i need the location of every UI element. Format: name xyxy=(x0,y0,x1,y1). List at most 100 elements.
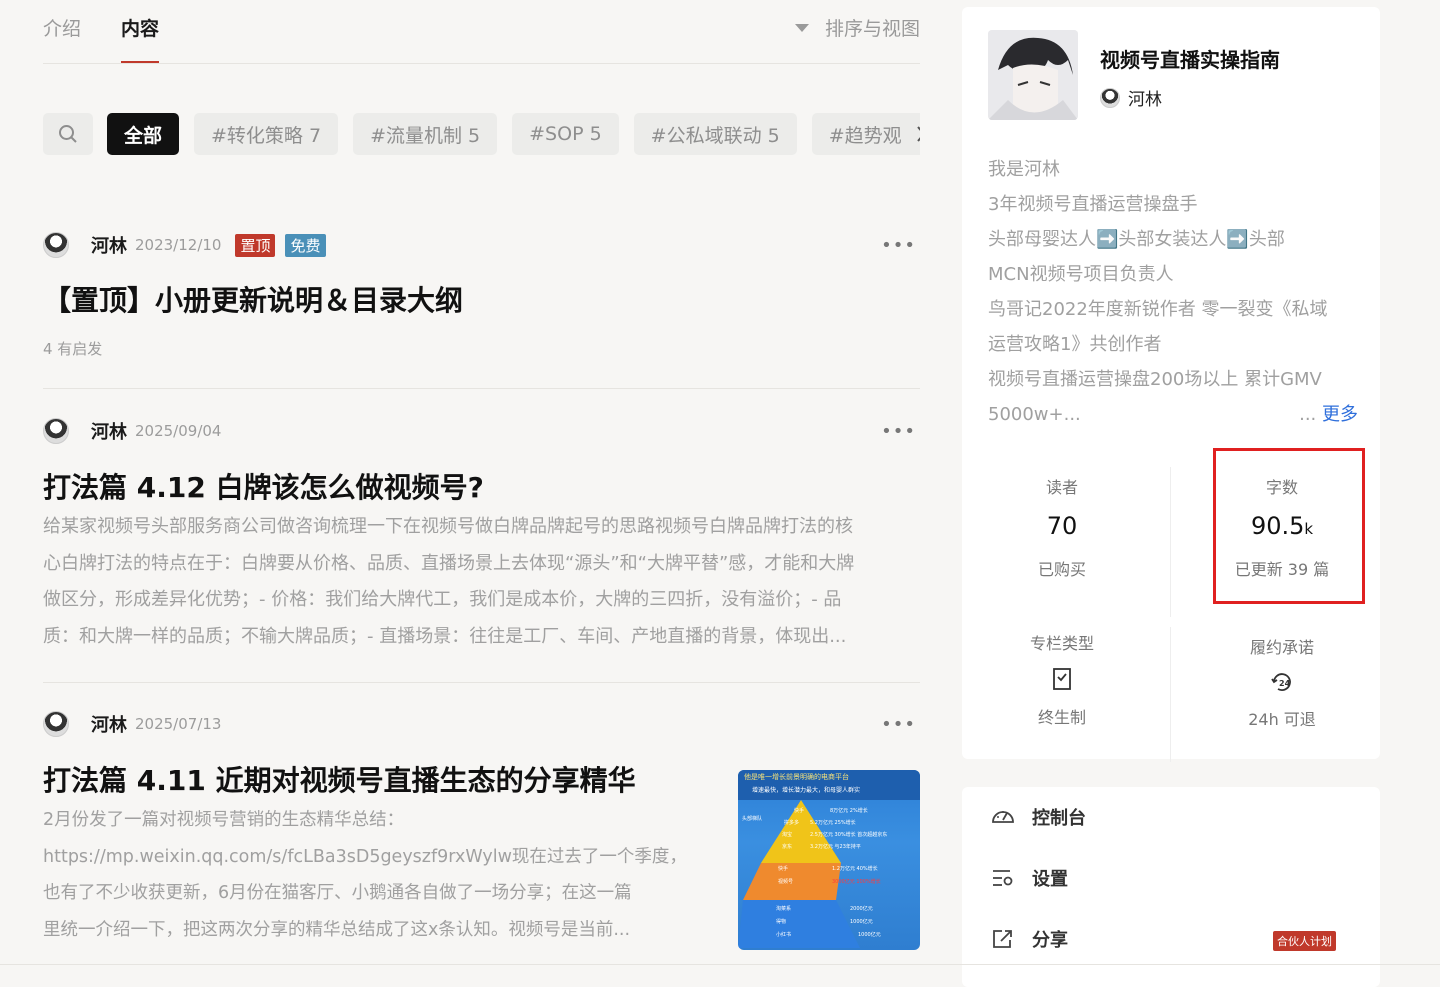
menu-settings[interactable]: 设置 xyxy=(990,865,1068,891)
bio-line: 5000w+... xyxy=(988,404,1081,425)
thumb-label: 1000亿元 xyxy=(858,931,881,938)
post-author[interactable]: 河林 xyxy=(91,711,127,737)
dashboard-icon xyxy=(992,811,1014,823)
chip-topic[interactable]: #转化策略 7 xyxy=(194,113,339,155)
stat-value: 70 xyxy=(1046,512,1078,540)
thumb-label: 2.5万亿元 30%增长 首次超越京东 xyxy=(810,831,887,838)
post-item[interactable]: 河林 2023/12/10 置顶 免费 ••• 【置顶】小册更新说明＆目录大纲 … xyxy=(43,231,920,358)
post-meta: 河林 2025/09/04 xyxy=(43,417,235,445)
stat-readers: 读者 70 已购买 xyxy=(962,474,1162,580)
menu-share[interactable]: 分享 xyxy=(990,926,1068,952)
filter-chips: 全部 #转化策略 7 #流量机制 5 #SOP 5 #公私域联动 5 #趋势观 xyxy=(43,113,920,155)
thumb-label: 1.2万亿元 40%增长 xyxy=(832,865,878,872)
bio-line: 头部母婴达人➡️头部女装达人➡️头部 xyxy=(988,229,1285,250)
avatar xyxy=(1100,87,1120,108)
post-item[interactable]: 河林 2025/09/04 ••• 打法篇 4.12 白牌该怎么做视频号? 给某… xyxy=(43,417,920,657)
stat-label: 履约承诺 xyxy=(1249,638,1314,657)
share-icon xyxy=(993,930,1012,948)
post-description: 2月份发了一篇对视频号营销的生态精华总结： https://mp.weixin.… xyxy=(43,802,713,948)
thumb-header-line: 增速最快，增长潜力最大，和母婴人群实 xyxy=(752,786,860,794)
column-author[interactable]: 河林 xyxy=(1100,85,1162,110)
post-author[interactable]: 河林 xyxy=(91,232,127,258)
divider xyxy=(1170,467,1171,617)
stat-label: 专栏类型 xyxy=(1029,634,1094,653)
post-title[interactable]: 打法篇 4.11 近期对视频号直播生态的分享精华 xyxy=(43,759,636,799)
desc-line: 做区分，形成差异化优势；- 价格：我们给大牌代工，我们是成本价，大牌的三四折，没… xyxy=(43,589,842,610)
main-content: 介绍 内容 排序与视图 全部 #转化策略 7 #流量机制 5 #SOP 5 #公… xyxy=(43,0,920,950)
thumb-label: 拼多多 xyxy=(784,819,799,826)
chip-topic[interactable]: #SOP 5 xyxy=(512,113,619,155)
divider xyxy=(0,964,1440,965)
pinned-badge: 置顶 xyxy=(235,233,276,257)
tab-bar: 介绍 内容 排序与视图 xyxy=(43,0,920,64)
thumb-label: 得物 xyxy=(776,918,786,925)
menu-settings-label: 设置 xyxy=(1032,869,1068,890)
bookmark-check-icon xyxy=(962,668,1162,694)
desc-line: 给某家视频号头部服务商公司做咨询梳理一下在视频号做白牌品牌起号的思路视频号白牌品… xyxy=(43,516,853,537)
post-date: 2025/09/04 xyxy=(135,422,222,440)
post-title[interactable]: 打法篇 4.12 白牌该怎么做视频号? xyxy=(43,466,484,506)
more-link-label: 更多 xyxy=(1322,404,1358,425)
search-button[interactable] xyxy=(43,113,93,155)
bio-line: MCN视频号项目负责人 xyxy=(988,264,1174,285)
chip-topic[interactable]: #流量机制 5 xyxy=(353,113,498,155)
post-description: 给某家视频号头部服务商公司做咨询梳理一下在视频号做白牌品牌起号的思路视频号白牌品… xyxy=(43,509,920,655)
author-bio: 我是河林 3年视频号直播运营操盘手 头部母婴达人➡️头部女装达人➡️头部 MCN… xyxy=(988,152,1358,432)
desc-line: https://mp.weixin.qq.com/s/fcLBa3sD5geys… xyxy=(43,846,687,867)
divider xyxy=(1170,627,1171,762)
column-cover-image[interactable] xyxy=(988,30,1078,120)
post-inspire-count: 4 有启发 xyxy=(43,340,103,358)
post-item[interactable]: 河林 2025/07/13 ••• 打法篇 4.11 近期对视频号直播生态的分享… xyxy=(43,710,920,960)
thumb-label: 头部梯队 xyxy=(742,815,762,822)
stat-footnote: 终生制 xyxy=(1037,708,1086,727)
partner-plan-badge[interactable]: 合伙人计划 xyxy=(1273,931,1336,951)
avatar xyxy=(43,711,69,737)
desc-line: 2月份发了一篇对视频号营销的生态精华总结： xyxy=(43,810,405,830)
more-options-icon[interactable]: ••• xyxy=(881,235,916,256)
column-title: 视频号直播实操指南 xyxy=(1100,48,1280,72)
thumb-label: 1000亿元 xyxy=(850,918,873,925)
menu-console-label: 控制台 xyxy=(1032,808,1086,829)
menu-console[interactable]: 控制台 xyxy=(990,804,1086,830)
sort-view-button[interactable]: 排序与视图 xyxy=(794,14,920,41)
chip-topic[interactable]: #趋势观 xyxy=(811,113,920,155)
more-options-icon[interactable]: ••• xyxy=(881,714,916,735)
chip-topic-label: #趋势观 xyxy=(828,124,902,147)
post-thumbnail[interactable]: 他是唯一增长前景明确的电商平台 增速最快，增长潜力最大，和母婴人群实 头部梯队 … xyxy=(738,770,920,950)
highlight-box xyxy=(1213,448,1365,604)
thumb-label: 3000亿元 100%增长 xyxy=(832,878,881,885)
post-title[interactable]: 【置顶】小册更新说明＆目录大纲 xyxy=(43,279,463,319)
chevron-right-icon[interactable] xyxy=(916,125,920,143)
stat-promise: 履约承诺 24 24h 可退 xyxy=(1182,634,1382,730)
thumb-label: 快手 xyxy=(794,807,804,814)
post-meta: 河林 2025/07/13 xyxy=(43,710,235,738)
chip-all[interactable]: 全部 xyxy=(107,113,180,155)
tab-intro[interactable]: 介绍 xyxy=(43,14,81,41)
ellipsis: ... xyxy=(1299,404,1322,425)
refund-24h-icon: 24 xyxy=(1182,670,1382,696)
thumb-label: 5.2万亿元 25%增长 xyxy=(810,819,856,826)
thumb-label: 视频号 xyxy=(778,878,793,885)
bio-more-link[interactable]: ... 更多 xyxy=(1299,397,1358,432)
bio-last-line: 5000w+... ... 更多 xyxy=(988,397,1358,432)
tab-content[interactable]: 内容 xyxy=(121,14,160,63)
column-menu-card: 控制台 设置 分享 合伙人计划 xyxy=(962,787,1380,987)
stat-footnote: 24h 可退 xyxy=(1248,710,1316,729)
post-author[interactable]: 河林 xyxy=(91,418,127,444)
thumb-label: 8万亿元 2%增长 xyxy=(830,807,868,814)
chip-topic[interactable]: #公私域联动 5 xyxy=(633,113,797,155)
svg-text:24: 24 xyxy=(1279,679,1291,688)
thumb-label: 小红书 xyxy=(776,931,791,938)
post-meta: 河林 2023/12/10 置顶 免费 xyxy=(43,231,336,259)
stat-column-type: 专栏类型 终生制 xyxy=(962,630,1162,728)
free-badge: 免费 xyxy=(285,233,326,257)
bio-line: 视频号直播运营操盘200场以上 累计GMV xyxy=(988,369,1322,390)
settings-sliders-icon xyxy=(993,870,1013,886)
bio-line: 运营攻略1》共创作者 xyxy=(988,334,1162,355)
desc-line: 心白牌打法的特点在于：白牌要从价格、品质、直播场景上去体现“源头”和“大牌平替”… xyxy=(43,552,855,574)
thumb-label: 淘宝 xyxy=(782,831,792,838)
anime-portrait-icon xyxy=(988,30,1078,120)
thumb-label: 京东 xyxy=(782,843,792,850)
more-options-icon[interactable]: ••• xyxy=(881,421,916,442)
divider xyxy=(43,682,920,683)
